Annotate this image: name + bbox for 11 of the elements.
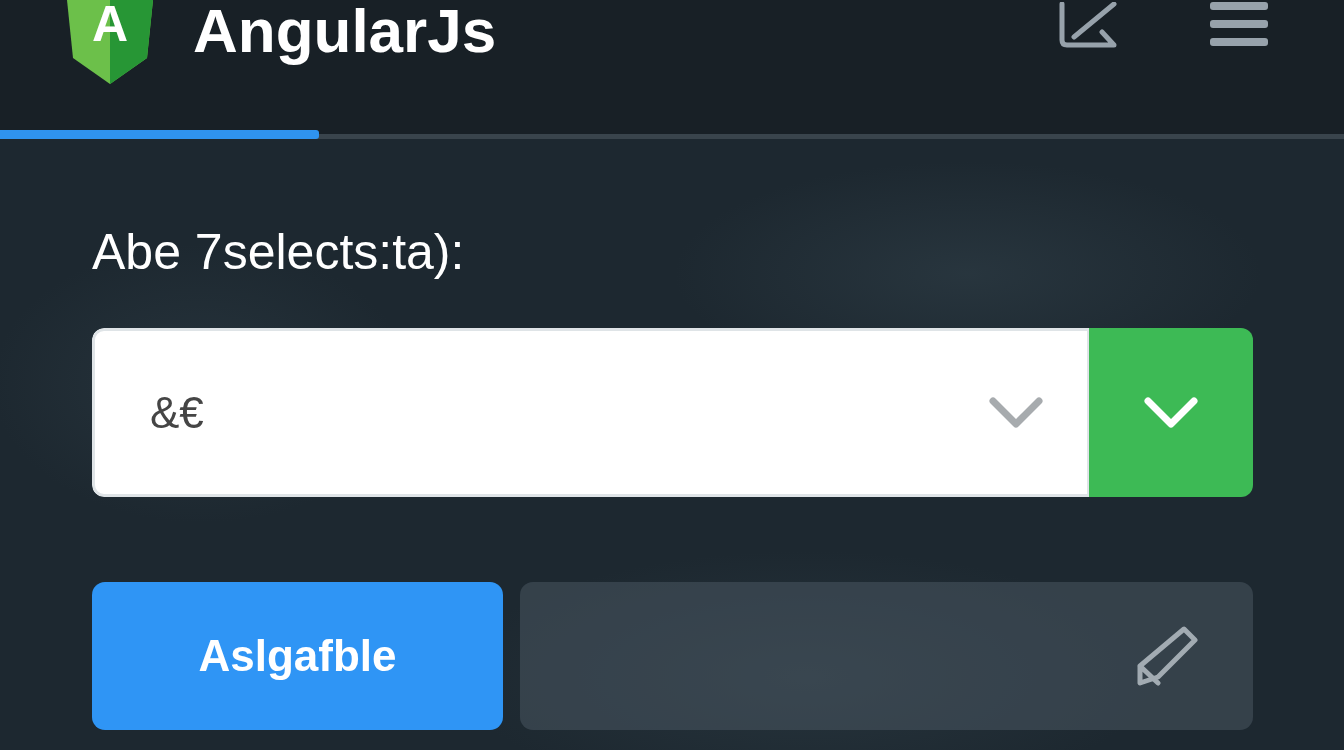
select-field[interactable]: &€: [92, 328, 1089, 497]
input-field[interactable]: [520, 582, 1253, 730]
pencil-square-icon[interactable]: [1058, 2, 1118, 48]
select-value: &€: [150, 387, 204, 438]
chevron-down-icon: [989, 396, 1043, 429]
field-label: Abe 7selects:ta):: [92, 223, 465, 282]
pencil-icon: [1136, 626, 1198, 686]
menu-icon[interactable]: [1210, 2, 1268, 46]
shield-logo-icon: [67, 0, 153, 84]
logo-letter: A: [91, 0, 129, 48]
chevron-down-icon: [1144, 396, 1198, 429]
